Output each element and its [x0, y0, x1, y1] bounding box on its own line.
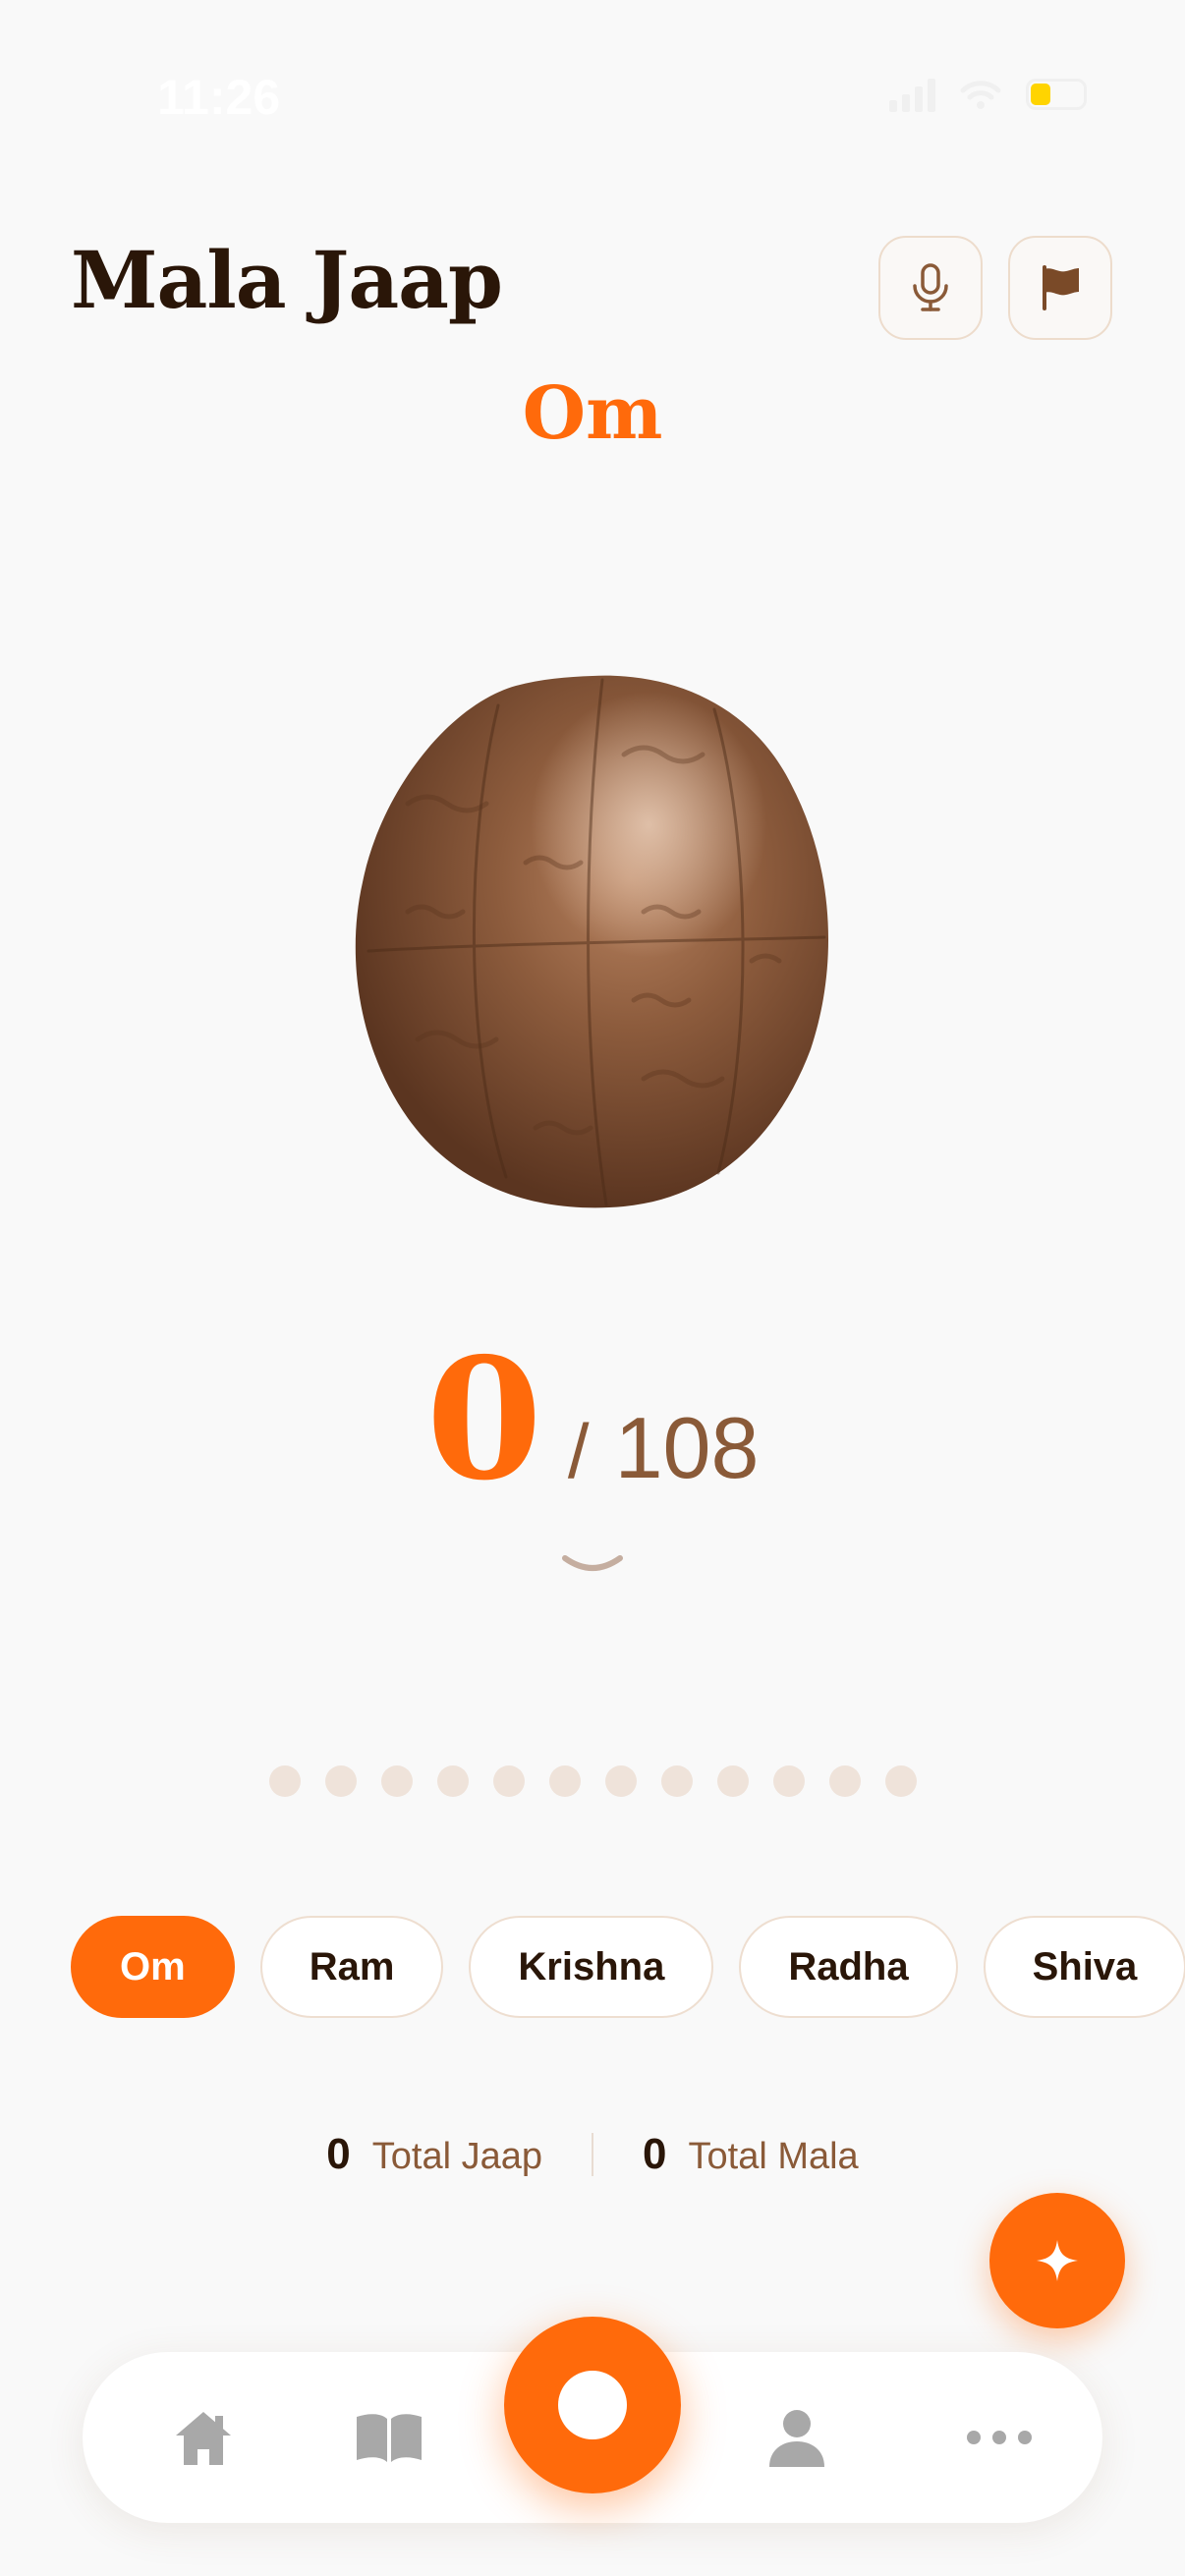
- tab-mala-counter[interactable]: [504, 2317, 681, 2493]
- mala-counter-icon: [558, 2371, 627, 2439]
- total-mala-label: Total Mala: [688, 2136, 859, 2177]
- progress-dot: [380, 1765, 413, 1797]
- total-mala-stat: 0 Total Mala: [643, 2130, 859, 2179]
- progress-dots: [0, 1765, 1185, 1797]
- progress-dot: [436, 1765, 469, 1797]
- mantra-selector: Om Ram Krishna Radha Shiva: [71, 1916, 1185, 2018]
- progress-dot: [268, 1765, 301, 1797]
- total-mala-value: 0: [643, 2130, 667, 2178]
- progress-dot: [772, 1765, 805, 1797]
- jaap-counter: 0 / 108: [0, 1336, 1185, 1503]
- jaap-stats: 0 Total Jaap 0 Total Mala: [0, 2130, 1185, 2179]
- mantra-title: Om: [522, 371, 663, 456]
- total-jaap-label: Total Jaap: [371, 2136, 543, 2177]
- home-icon: [176, 2412, 231, 2465]
- status-icons: [889, 77, 1087, 112]
- status-time: 11:26: [157, 70, 281, 125]
- page-title: Mala Jaap: [71, 234, 503, 326]
- total-jaap-stat: 0 Total Jaap: [326, 2130, 542, 2179]
- total-jaap-value: 0: [326, 2130, 351, 2178]
- tab-home[interactable]: [144, 2352, 262, 2523]
- more-icon: [967, 2431, 1032, 2444]
- flag-icon: [1043, 265, 1079, 310]
- counter-total: 108: [614, 1399, 760, 1496]
- microphone-icon: [913, 263, 948, 311]
- chip-ram[interactable]: Ram: [259, 1916, 444, 2018]
- progress-dot: [604, 1765, 637, 1797]
- wifi-icon: [960, 81, 1001, 109]
- progress-dot: [492, 1765, 525, 1797]
- progress-dot: [716, 1765, 749, 1797]
- battery-icon: [1026, 79, 1087, 110]
- chevron-down-icon[interactable]: [561, 1552, 624, 1576]
- book-icon: [357, 2414, 422, 2462]
- progress-dot: [828, 1765, 861, 1797]
- progress-dot: [324, 1765, 357, 1797]
- profile-icon: [769, 2410, 824, 2467]
- counter-current: 0: [425, 1321, 542, 1518]
- voice-input-button[interactable]: [878, 236, 983, 340]
- chip-shiva[interactable]: Shiva: [983, 1916, 1185, 2018]
- tab-more[interactable]: [940, 2352, 1058, 2523]
- stats-divider: [592, 2133, 594, 2176]
- progress-dot: [660, 1765, 693, 1797]
- flag-button[interactable]: [1008, 236, 1112, 340]
- tab-profile[interactable]: [738, 2352, 856, 2523]
- cellular-signal-icon: [889, 77, 935, 112]
- progress-dot: [548, 1765, 581, 1797]
- progress-dot: [884, 1765, 917, 1797]
- counter-separator: /: [567, 1408, 590, 1494]
- tab-library[interactable]: [330, 2352, 448, 2523]
- status-bar: 11:26: [0, 0, 1185, 196]
- chip-radha[interactable]: Radha: [739, 1916, 958, 2018]
- rudraksha-bead[interactable]: [349, 666, 836, 1212]
- chip-krishna[interactable]: Krishna: [469, 1916, 714, 2018]
- sparkle-fab-button[interactable]: [989, 2193, 1125, 2328]
- chip-om[interactable]: Om: [71, 1916, 235, 2018]
- sparkle-icon: [1037, 2240, 1078, 2281]
